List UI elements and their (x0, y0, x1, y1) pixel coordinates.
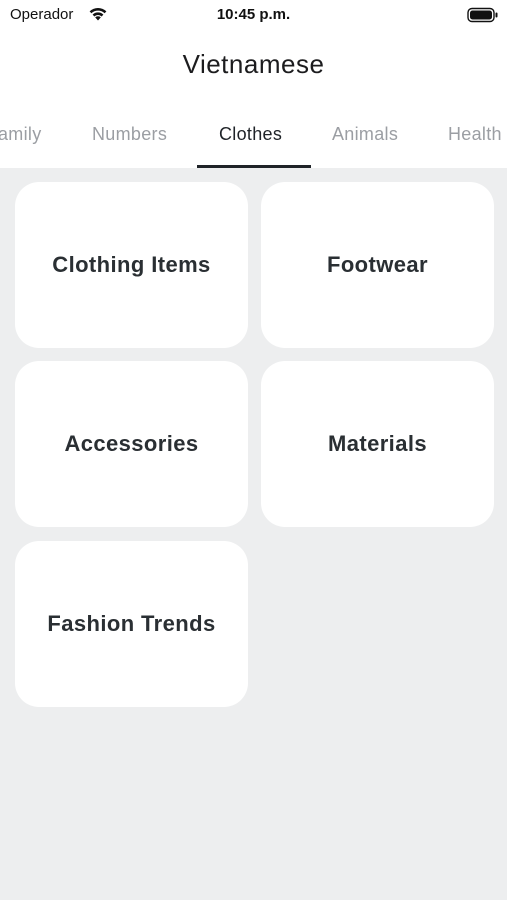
active-tab-indicator (197, 165, 311, 168)
tab-animals[interactable]: Animals (332, 124, 398, 145)
category-card-label: Materials (328, 431, 427, 456)
status-bar: Operador 10:45 p.m. (0, 0, 507, 32)
tab-health[interactable]: Health (448, 124, 502, 145)
category-card-label: Footwear (327, 252, 428, 277)
status-time: 10:45 p.m. (216, 6, 291, 23)
page-title: Vietnamese (182, 49, 325, 79)
category-card-footwear[interactable]: Footwear (261, 182, 494, 348)
tab-family[interactable]: amily (0, 124, 42, 145)
header: Vietnamese (0, 32, 507, 100)
category-tabbar: amily Numbers Clothes Animals Health (0, 100, 507, 168)
app-screen: Operador 10:45 p.m. Vietnamese amily Num… (0, 0, 507, 900)
battery-icon (467, 7, 498, 23)
tab-numbers[interactable]: Numbers (92, 124, 167, 145)
category-card-label: Accessories (64, 431, 199, 456)
category-card-label: Fashion Trends (47, 611, 216, 636)
category-card-label: Clothing Items (52, 252, 211, 277)
category-card-clothing-items[interactable]: Clothing Items (15, 182, 248, 348)
tab-clothes[interactable]: Clothes (219, 124, 282, 145)
category-card-materials[interactable]: Materials (261, 361, 494, 527)
category-card-fashion-trends[interactable]: Fashion Trends (15, 541, 248, 707)
category-card-accessories[interactable]: Accessories (15, 361, 248, 527)
